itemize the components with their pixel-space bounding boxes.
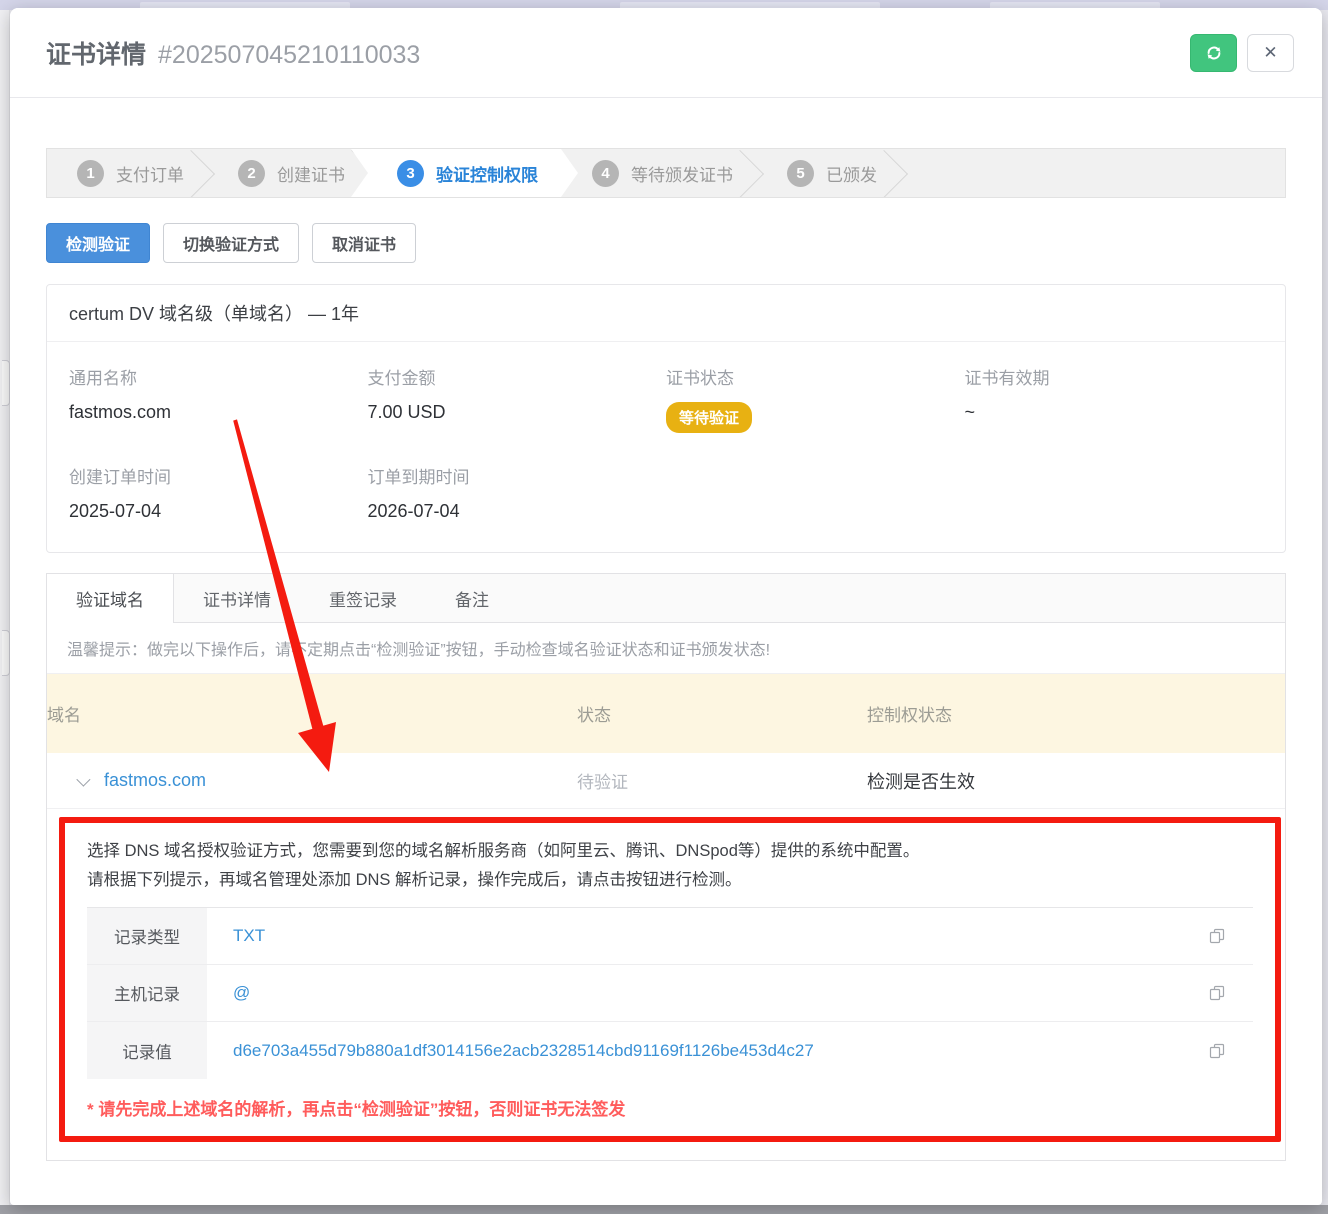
background-fragment: [2, 630, 10, 676]
close-icon: ✕: [1263, 43, 1277, 63]
step-number: 1: [77, 160, 104, 187]
field-cert-status: 证书状态 等待验证: [666, 364, 965, 433]
switch-verify-method-button[interactable]: 切换验证方式: [163, 223, 299, 263]
modal-header: 证书详情 #202507045210110033 ✕: [10, 8, 1322, 98]
col-header-status: 状态: [577, 674, 867, 753]
page-title: 证书详情: [46, 35, 146, 71]
field-cert-validity: 证书有效期 ~: [965, 364, 1264, 433]
col-header-domain: 域名: [47, 674, 577, 753]
certificate-detail-modal: 证书详情 #202507045210110033 ✕: [10, 8, 1322, 1205]
refresh-icon: [1205, 44, 1223, 62]
dns-instruction-line1: 选择 DNS 域名授权验证方式，您需要到您的域名解析服务商（如阿里云、腾讯、DN…: [87, 837, 1253, 866]
field-label: 支付金额: [368, 364, 667, 389]
domain-control-status: 检测是否生效: [867, 768, 1285, 794]
close-button[interactable]: ✕: [1247, 34, 1294, 72]
record-value: d6e703a455d79b880a1df3014156e2acb2328514…: [207, 1041, 814, 1061]
record-label: 主机记录: [87, 965, 207, 1021]
field-pay-amount: 支付金额 7.00 USD: [368, 364, 667, 433]
order-info-card: certum DV 域名级（单域名） — 1年 通用名称 fastmos.com…: [46, 284, 1286, 553]
record-row-host: 主机记录 @: [87, 965, 1253, 1022]
field-label: 订单到期时间: [368, 463, 667, 488]
field-common-name: 通用名称 fastmos.com: [69, 364, 368, 433]
tab-verify-domain[interactable]: 验证域名: [47, 574, 174, 623]
tab-reissue-log[interactable]: 重签记录: [300, 574, 426, 622]
domain-table: 域名 状态 控制权状态 fastmos.com 待验证 检测是否生效: [47, 674, 1285, 809]
field-value: 7.00 USD: [368, 402, 667, 423]
field-value: 2025-07-04: [69, 501, 368, 522]
field-label: 通用名称: [69, 364, 368, 389]
field-label: 创建订单时间: [69, 463, 368, 488]
step-label: 验证控制权限: [436, 161, 538, 186]
record-label: 记录类型: [87, 908, 207, 964]
step-wizard: 1 支付订单 2 创建证书 3 验证控制权限 4 等待颁发证书 5 已颁发: [46, 148, 1286, 198]
detail-tabs-box: 验证域名 证书详情 重签记录 备注 温馨提示：做完以下操作后，请不定期点击“检测…: [46, 573, 1286, 1161]
field-value: 2026-07-04: [368, 501, 667, 522]
background-fragment: [2, 360, 10, 406]
detect-verify-button[interactable]: 检测验证: [46, 223, 150, 263]
step-number: 4: [592, 160, 619, 187]
step-number: 5: [787, 160, 814, 187]
chevron-down-icon[interactable]: [76, 772, 90, 786]
record-row-value: 记录值 d6e703a455d79b880a1df3014156e2acb232…: [87, 1022, 1253, 1079]
field-order-created: 创建订单时间 2025-07-04: [69, 463, 368, 522]
col-header-control: 控制权状态: [867, 674, 1285, 753]
record-row-type: 记录类型 TXT: [87, 908, 1253, 965]
domain-status: 待验证: [577, 768, 867, 793]
dns-record-table: 记录类型 TXT 主机记录 @: [87, 907, 1253, 1079]
copy-icon[interactable]: [1209, 928, 1225, 944]
record-value: @: [207, 983, 250, 1003]
step-number: 2: [238, 160, 265, 187]
tab-remarks[interactable]: 备注: [426, 574, 518, 622]
friendly-tip: 温馨提示：做完以下操作后，请不定期点击“检测验证”按钮，手动检查域名验证状态和证…: [47, 623, 1285, 674]
background-page-bottom: [0, 1205, 1328, 1214]
order-number: #202507045210110033: [158, 41, 420, 70]
product-title: certum DV 域名级（单域名） — 1年: [47, 285, 1285, 342]
field-label: 证书状态: [666, 364, 965, 389]
step-number: 3: [397, 160, 424, 187]
status-badge: 等待验证: [666, 402, 752, 433]
dns-warning-text: * 请先完成上述域名的解析，再点击“检测验证”按钮，否则证书无法签发: [87, 1095, 1253, 1120]
record-label: 记录值: [87, 1022, 207, 1079]
copy-icon[interactable]: [1209, 985, 1225, 1001]
background-page-left: [0, 10, 10, 1205]
table-row: fastmos.com 待验证 检测是否生效: [47, 753, 1285, 809]
step-verify-control: 3 验证控制权限: [351, 149, 578, 197]
field-label: 证书有效期: [965, 364, 1264, 389]
record-value: TXT: [207, 926, 265, 946]
dns-verification-panel: 选择 DNS 域名授权验证方式，您需要到您的域名解析服务商（如阿里云、腾讯、DN…: [59, 817, 1281, 1142]
domain-table-header: 域名 状态 控制权状态: [47, 674, 1285, 753]
cancel-cert-button[interactable]: 取消证书: [312, 223, 416, 263]
field-value: fastmos.com: [69, 402, 368, 423]
refresh-button[interactable]: [1190, 34, 1237, 72]
copy-icon[interactable]: [1209, 1043, 1225, 1059]
field-value: ~: [965, 402, 1264, 423]
dns-instruction-line2: 请根据下列提示，再域名管理处添加 DNS 解析记录，操作完成后，请点击按钮进行检…: [87, 866, 1253, 895]
domain-link[interactable]: fastmos.com: [104, 770, 206, 791]
field-order-expiry: 订单到期时间 2026-07-04: [368, 463, 667, 522]
tab-bar: 验证域名 证书详情 重签记录 备注: [47, 574, 1285, 623]
tab-cert-detail[interactable]: 证书详情: [174, 574, 300, 622]
